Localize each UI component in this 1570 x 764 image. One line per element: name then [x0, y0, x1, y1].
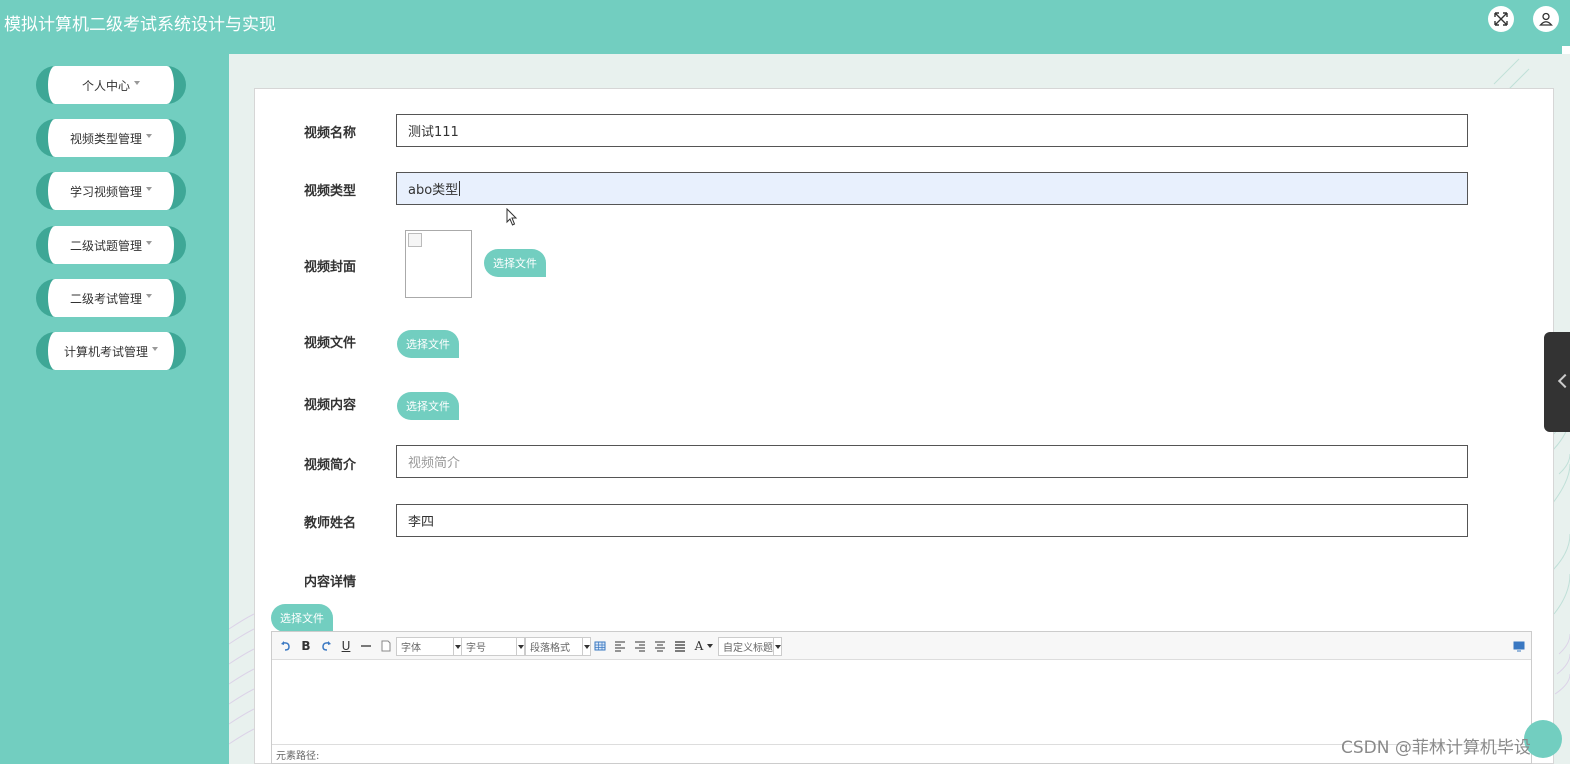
caret-down-icon	[146, 187, 152, 191]
video-content-choose-button[interactable]: 选择文件	[397, 392, 459, 420]
font-size-select[interactable]: 字号	[461, 637, 517, 656]
top-header: 模拟计算机二级考试系统设计与实现	[0, 0, 1570, 54]
align-center-button[interactable]	[653, 638, 667, 654]
teacher-name-input[interactable]: 李四	[396, 504, 1468, 537]
header-strip	[1562, 46, 1570, 54]
paragraph-format-dropdown-arrow[interactable]	[583, 637, 591, 656]
sidebar-item-label: 二级考试管理	[69, 291, 142, 306]
sidebar-item-label: 学习视频管理	[69, 184, 142, 199]
sidebar-item-video-type-management[interactable]: 视频类型管理	[36, 119, 186, 157]
underline-button[interactable]: U	[339, 638, 353, 654]
video-cover-label: 视频封面	[304, 260, 357, 275]
align-right-button[interactable]	[633, 638, 647, 654]
teacher-name-value: 李四	[408, 515, 435, 530]
user-button[interactable]	[1533, 6, 1559, 32]
video-name-value: 测试111	[408, 125, 459, 140]
horizontal-rule-button[interactable]	[359, 638, 373, 654]
font-color-dropdown-arrow[interactable]	[706, 637, 714, 656]
align-justify-icon	[675, 641, 685, 652]
sidebar-item-exam-management[interactable]: 二级考试管理	[36, 279, 186, 317]
align-right-icon	[635, 641, 645, 652]
custom-title-select[interactable]: 自定义标题	[718, 637, 774, 656]
app-title: 模拟计算机二级考试系统设计与实现	[4, 15, 276, 35]
align-justify-button[interactable]	[673, 638, 687, 654]
cover-image-preview	[405, 230, 472, 298]
text-cursor	[459, 181, 461, 196]
video-file-choose-button[interactable]: 选择文件	[397, 330, 459, 358]
insert-table-button[interactable]	[593, 638, 607, 654]
cover-choose-file-button[interactable]: 选择文件	[484, 249, 546, 277]
caret-down-icon	[146, 241, 152, 245]
caret-down-icon	[152, 347, 158, 351]
sidebar-item-label: 视频类型管理	[69, 131, 142, 146]
video-type-input[interactable]: abo类型	[396, 172, 1468, 205]
video-intro-placeholder: 视频简介	[408, 456, 461, 471]
caret-down-icon	[134, 81, 140, 85]
preview-button[interactable]	[1512, 638, 1526, 654]
video-type-label: 视频类型	[304, 184, 357, 199]
font-color-button[interactable]: A	[693, 638, 705, 654]
font-size-dropdown-arrow[interactable]	[517, 637, 525, 656]
preview-monitor-icon	[1513, 641, 1525, 652]
sidebar-item-label: 个人中心	[81, 78, 130, 93]
align-left-button[interactable]	[613, 638, 627, 654]
video-name-label: 视频名称	[304, 126, 357, 141]
align-center-icon	[655, 641, 665, 652]
paragraph-format-select[interactable]: 段落格式	[525, 637, 583, 656]
user-icon	[1539, 12, 1553, 26]
video-file-label: 视频文件	[304, 336, 357, 351]
teacher-name-label: 教师姓名	[304, 516, 357, 531]
custom-title-dropdown-arrow[interactable]	[774, 637, 782, 656]
sidebar-item-computer-exam-management[interactable]: 计算机考试管理	[36, 332, 186, 370]
sidebar	[0, 54, 229, 764]
video-name-input[interactable]: 测试111	[396, 114, 1468, 147]
video-type-value: abo类型	[408, 183, 459, 198]
caret-down-icon	[146, 294, 152, 298]
horizontal-rule-icon	[361, 645, 371, 647]
video-intro-label: 视频简介	[304, 458, 357, 473]
sidebar-item-personal-center[interactable]: 个人中心	[36, 66, 186, 104]
content-detail-choose-button[interactable]: 选择文件	[271, 604, 333, 632]
watermark-text: CSDN @菲林计算机毕设	[1341, 738, 1531, 758]
video-content-label: 视频内容	[304, 398, 357, 413]
align-left-icon	[615, 641, 625, 652]
bold-button[interactable]: B	[299, 638, 313, 654]
editor-toolbar: B U 字体 字号 段落格式 A 自定义标题	[272, 632, 1531, 660]
table-icon	[594, 641, 606, 651]
page-icon	[381, 640, 391, 652]
content-detail-label: 内容详情	[304, 575, 357, 590]
sidebar-item-question-management[interactable]: 二级试题管理	[36, 226, 186, 264]
undo-button[interactable]	[279, 638, 293, 654]
fullscreen-icon	[1494, 12, 1508, 26]
sidebar-item-label: 计算机考试管理	[63, 344, 148, 359]
video-intro-input[interactable]: 视频简介	[396, 445, 1468, 478]
redo-button[interactable]	[319, 638, 333, 654]
fullscreen-button[interactable]	[1488, 6, 1514, 32]
mouse-cursor-icon	[506, 208, 518, 226]
redo-icon	[322, 641, 331, 651]
font-family-select[interactable]: 字体	[396, 637, 454, 656]
sidebar-item-study-video-management[interactable]: 学习视频管理	[36, 172, 186, 210]
editor-content-area[interactable]	[272, 660, 1531, 744]
caret-down-icon	[146, 134, 152, 138]
page-button[interactable]	[379, 638, 393, 654]
sidebar-item-label: 二级试题管理	[69, 238, 142, 253]
undo-icon	[281, 641, 290, 651]
broken-image-icon	[408, 233, 422, 247]
